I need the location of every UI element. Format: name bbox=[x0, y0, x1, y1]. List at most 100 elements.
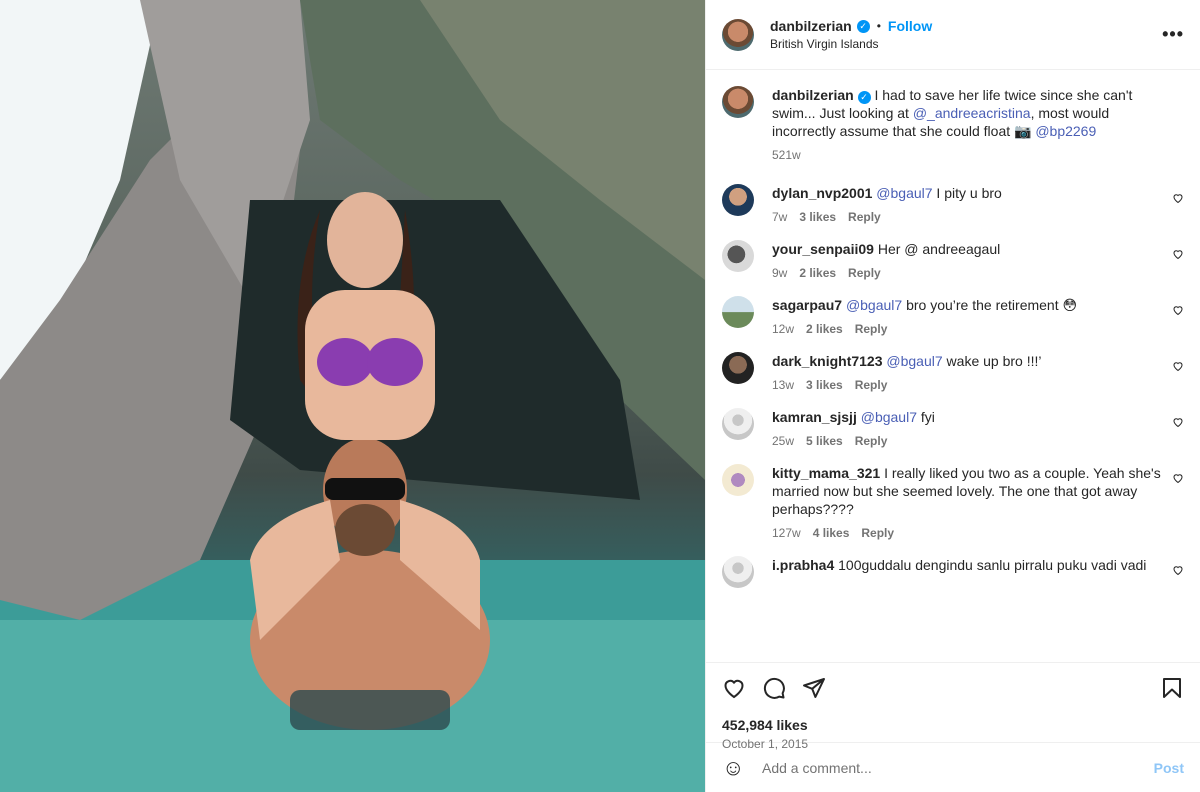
comment-username[interactable]: dylan_nvp2001 bbox=[772, 185, 872, 201]
comment-avatar[interactable] bbox=[722, 184, 754, 216]
comment-username[interactable]: kitty_mama_321 bbox=[772, 465, 880, 481]
comment-avatar[interactable] bbox=[722, 352, 754, 384]
comment-item: i.prabha4 100guddalu dengindu sanlu pirr… bbox=[722, 556, 1184, 588]
comments-list[interactable]: danbilzerian ✓ I had to save her life tw… bbox=[706, 70, 1200, 662]
reply-button[interactable]: Reply bbox=[855, 434, 888, 448]
comment-mention[interactable]: @bgaul7 bbox=[861, 409, 917, 425]
comment-content: I pity u bro bbox=[932, 185, 1002, 201]
comment-likes[interactable]: 5 likes bbox=[806, 434, 843, 448]
likes-count[interactable]: 452,984 likes bbox=[722, 717, 1184, 733]
comment-like-heart-icon[interactable] bbox=[1172, 304, 1184, 316]
comment-text: i.prabha4 100guddalu dengindu sanlu pirr… bbox=[772, 556, 1172, 574]
reply-button[interactable]: Reply bbox=[861, 526, 894, 540]
comment-meta: 12w 2 likes Reply bbox=[772, 322, 1172, 336]
save-bookmark-icon[interactable] bbox=[1160, 676, 1184, 700]
comment-item: dark_knight7123 @bgaul7 wake up bro !!!’… bbox=[722, 352, 1184, 392]
comment-likes[interactable]: 3 likes bbox=[806, 378, 843, 392]
comment-meta: 7w 3 likes Reply bbox=[772, 210, 1172, 224]
caption-avatar[interactable] bbox=[722, 86, 754, 118]
comment-body: kamran_sjsjj @bgaul7 fyi 25w 5 likes Rep… bbox=[772, 408, 1172, 448]
comment-meta: 127w 4 likes Reply bbox=[772, 526, 1172, 540]
comment-meta: 9w 2 likes Reply bbox=[772, 266, 1172, 280]
comment-body: kitty_mama_321 I really liked you two as… bbox=[772, 464, 1172, 540]
comment-item: dylan_nvp2001 @bgaul7 I pity u bro 7w 3 … bbox=[722, 184, 1184, 224]
default-avatar-icon[interactable] bbox=[722, 408, 754, 440]
comment-meta: 25w 5 likes Reply bbox=[772, 434, 1172, 448]
caption-text: danbilzerian ✓ I had to save her life tw… bbox=[772, 86, 1172, 140]
comment-like-heart-icon[interactable] bbox=[1172, 416, 1184, 428]
caption-time[interactable]: 521w bbox=[772, 148, 801, 162]
post-location[interactable]: British Virgin Islands bbox=[770, 37, 932, 51]
post-actions: 452,984 likes October 1, 2015 bbox=[706, 662, 1200, 751]
caption-meta: 521w bbox=[772, 148, 1172, 162]
caption: danbilzerian ✓ I had to save her life tw… bbox=[722, 86, 1184, 162]
photo-illustration bbox=[0, 0, 705, 792]
comment-avatar[interactable] bbox=[722, 240, 754, 272]
comment-mention[interactable]: @bgaul7 bbox=[876, 185, 932, 201]
action-icons-row bbox=[722, 673, 1184, 703]
like-heart-icon[interactable] bbox=[722, 676, 746, 700]
caption-username[interactable]: danbilzerian bbox=[772, 87, 854, 103]
comment-input[interactable] bbox=[762, 759, 1154, 776]
comment-text: dark_knight7123 @bgaul7 wake up bro !!!’ bbox=[772, 352, 1172, 370]
comment-body: dylan_nvp2001 @bgaul7 I pity u bro 7w 3 … bbox=[772, 184, 1172, 224]
comment-time[interactable]: 25w bbox=[772, 434, 794, 448]
post-date[interactable]: October 1, 2015 bbox=[722, 737, 1184, 751]
comment-like-heart-icon[interactable] bbox=[1172, 472, 1184, 484]
comment-like-heart-icon[interactable] bbox=[1172, 192, 1184, 204]
post-comment-button[interactable]: Post bbox=[1154, 760, 1184, 776]
post-photo[interactable] bbox=[0, 0, 705, 792]
reply-button[interactable]: Reply bbox=[855, 322, 888, 336]
comment-content: fyi bbox=[917, 409, 935, 425]
comment-avatar[interactable] bbox=[722, 464, 754, 496]
follow-button[interactable]: Follow bbox=[888, 18, 932, 34]
author-username[interactable]: danbilzerian bbox=[770, 18, 852, 34]
comment-item: kamran_sjsjj @bgaul7 fyi 25w 5 likes Rep… bbox=[722, 408, 1184, 448]
comment-text: sagarpau7 @bgaul7 bro you’re the retirem… bbox=[772, 296, 1172, 314]
comment-text: kamran_sjsjj @bgaul7 fyi bbox=[772, 408, 1172, 426]
comment-likes[interactable]: 2 likes bbox=[799, 266, 836, 280]
comment-content: 100guddalu dengindu sanlu pirralu puku v… bbox=[838, 557, 1147, 573]
reply-button[interactable]: Reply bbox=[848, 266, 881, 280]
separator-dot: • bbox=[876, 19, 881, 33]
comment-like-heart-icon[interactable] bbox=[1172, 360, 1184, 372]
comment-username[interactable]: i.prabha4 bbox=[772, 557, 834, 573]
comment-username[interactable]: sagarpau7 bbox=[772, 297, 842, 313]
default-avatar-icon[interactable] bbox=[722, 556, 754, 588]
comment-content: bro you’re the retirement 😳 bbox=[902, 297, 1078, 313]
more-options-icon[interactable]: ••• bbox=[1162, 24, 1184, 45]
comment-username[interactable]: kamran_sjsjj bbox=[772, 409, 857, 425]
comment-bubble-icon[interactable] bbox=[762, 676, 786, 700]
comment-username[interactable]: dark_knight7123 bbox=[772, 353, 883, 369]
author-avatar[interactable] bbox=[722, 18, 754, 51]
comment-likes[interactable]: 4 likes bbox=[813, 526, 850, 540]
comment-like-heart-icon[interactable] bbox=[1172, 564, 1184, 576]
comment-likes[interactable]: 3 likes bbox=[799, 210, 836, 224]
comment-time[interactable]: 9w bbox=[772, 266, 787, 280]
comment-body: i.prabha4 100guddalu dengindu sanlu pirr… bbox=[772, 556, 1172, 588]
comment-content: Her @ andreeagaul bbox=[877, 241, 1001, 257]
comment-time[interactable]: 13w bbox=[772, 378, 794, 392]
caption-mention-2[interactable]: @bp2269 bbox=[1035, 123, 1096, 139]
comment-text: your_senpaii09 Her @ andreeagaul bbox=[772, 240, 1172, 258]
comment-body: sagarpau7 @bgaul7 bro you’re the retirem… bbox=[772, 296, 1172, 336]
comment-mention[interactable]: @bgaul7 bbox=[846, 297, 902, 313]
comment-time[interactable]: 7w bbox=[772, 210, 787, 224]
emoji-icon[interactable]: ☺ bbox=[722, 755, 746, 781]
comment-item: kitty_mama_321 I really liked you two as… bbox=[722, 464, 1184, 540]
comment-time[interactable]: 12w bbox=[772, 322, 794, 336]
comment-time[interactable]: 127w bbox=[772, 526, 801, 540]
share-send-icon[interactable] bbox=[802, 676, 826, 700]
comment-username[interactable]: your_senpaii09 bbox=[772, 241, 874, 257]
reply-button[interactable]: Reply bbox=[848, 210, 881, 224]
comment-mention[interactable]: @bgaul7 bbox=[886, 353, 942, 369]
comment-text: dylan_nvp2001 @bgaul7 I pity u bro bbox=[772, 184, 1172, 202]
comment-text: kitty_mama_321 I really liked you two as… bbox=[772, 464, 1172, 518]
caption-mention-1[interactable]: @_andreeacristina bbox=[913, 105, 1031, 121]
header-line: danbilzerian ✓ • Follow bbox=[770, 18, 932, 34]
comment-likes[interactable]: 2 likes bbox=[806, 322, 843, 336]
comment-avatar[interactable] bbox=[722, 296, 754, 328]
reply-button[interactable]: Reply bbox=[855, 378, 888, 392]
comment-like-heart-icon[interactable] bbox=[1172, 248, 1184, 260]
comment-body: dark_knight7123 @bgaul7 wake up bro !!!’… bbox=[772, 352, 1172, 392]
